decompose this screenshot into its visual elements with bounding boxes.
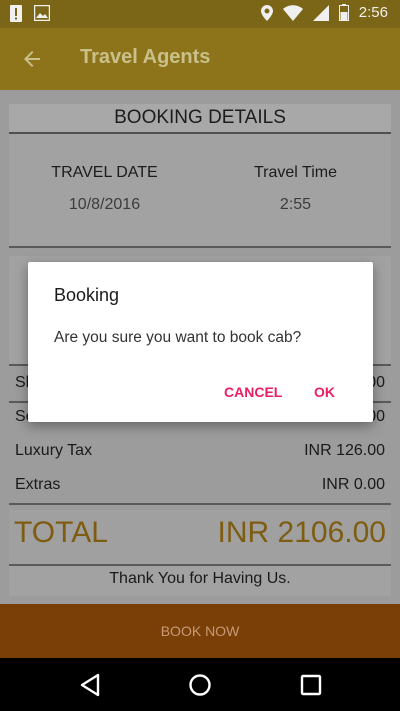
- status-bar: 2:56: [0, 0, 400, 28]
- location-icon: [260, 4, 273, 21]
- booking-confirm-dialog: Booking Are you sure you want to book ca…: [28, 262, 373, 422]
- travel-time-label: Travel Time: [254, 164, 337, 181]
- signal-icon: [312, 4, 329, 21]
- image-notification-icon: [34, 5, 50, 21]
- app-title: Travel Agents: [80, 46, 211, 68]
- travel-date-value: 10/8/2016: [68, 196, 141, 213]
- charge-label: Luxury Tax: [15, 442, 93, 459]
- thank-you-text: Thank You for Having Us.: [9, 566, 391, 596]
- charge-row: Luxury Tax INR 126.00: [15, 442, 385, 476]
- charge-value: INR 126.00: [304, 442, 385, 459]
- total-row: TOTAL INR 2106.00: [9, 510, 391, 566]
- dialog-title: Booking: [54, 285, 120, 305]
- booking-details-header: BOOKING DETAILS: [9, 104, 391, 134]
- travel-datetime-card: TRAVEL DATE 10/8/2016 Travel Time 2:55: [9, 134, 391, 248]
- book-now-button[interactable]: BOOK NOW: [0, 604, 400, 658]
- charge-value: INR 0.00: [321, 476, 385, 493]
- travel-date-column: TRAVEL DATE 10/8/2016: [9, 164, 200, 214]
- back-arrow-icon[interactable]: [20, 47, 44, 71]
- system-nav-bar: [0, 658, 400, 711]
- charge-label: Extras: [15, 476, 61, 493]
- cancel-button[interactable]: CANCEL: [214, 375, 292, 409]
- alert-notification-icon: [10, 5, 22, 22]
- notification-icons: [10, 5, 50, 22]
- divider: [9, 503, 391, 505]
- total-label: TOTAL: [14, 516, 108, 549]
- nav-home-icon[interactable]: [187, 672, 213, 698]
- travel-date-label: TRAVEL DATE: [51, 164, 158, 181]
- app-bar: Travel Agents: [0, 28, 400, 90]
- battery-icon: [338, 4, 349, 21]
- wifi-icon: [282, 4, 303, 21]
- travel-time-column: Travel Time 2:55: [200, 164, 391, 214]
- status-time: 2:56: [358, 4, 388, 21]
- ok-button[interactable]: OK: [304, 375, 345, 409]
- dialog-message: Are you sure you want to book cab?: [54, 329, 302, 346]
- system-icons: 2:56: [260, 4, 388, 21]
- total-value: INR 2106.00: [217, 516, 386, 549]
- nav-back-icon[interactable]: [78, 672, 104, 698]
- travel-time-value: 2:55: [279, 196, 312, 213]
- nav-recents-icon[interactable]: [298, 672, 324, 698]
